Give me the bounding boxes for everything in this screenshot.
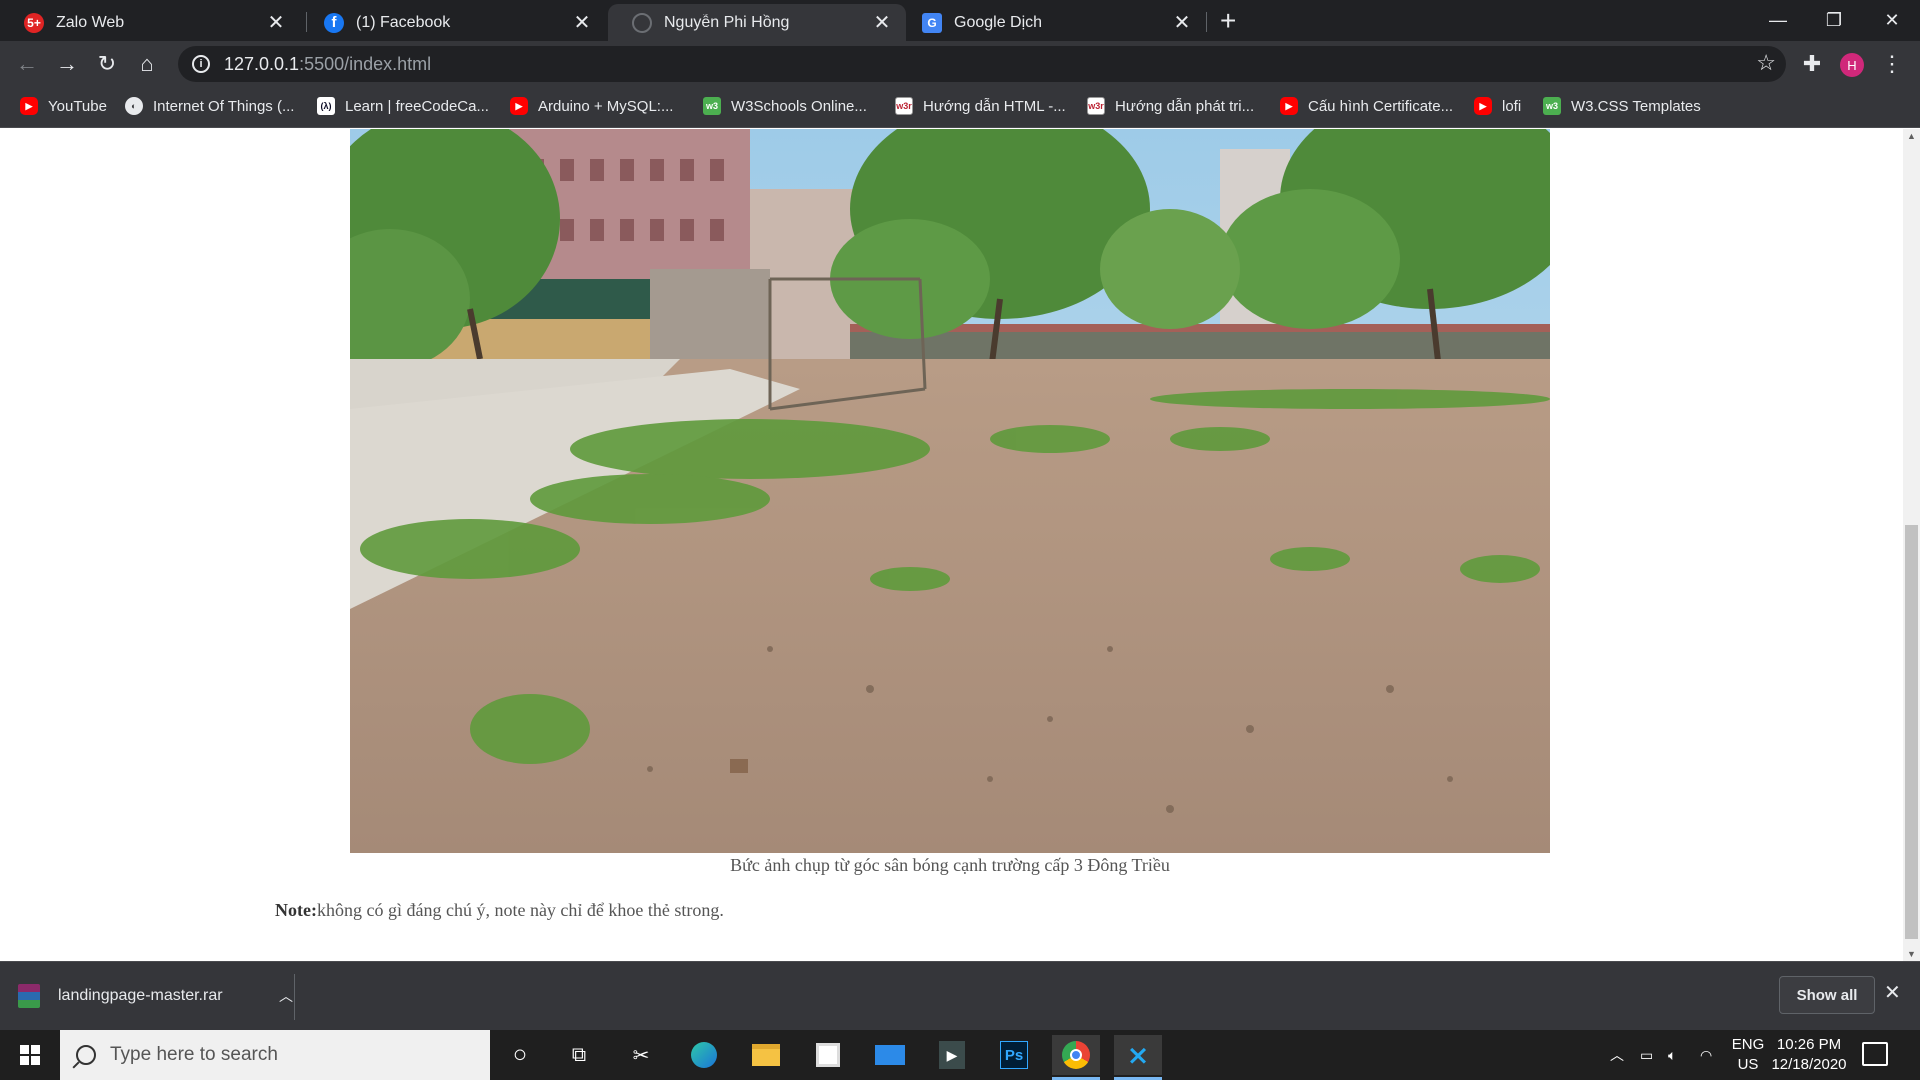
new-tab-button[interactable]: +: [1220, 6, 1236, 36]
download-item[interactable]: landingpage-master.rar ︿: [18, 976, 293, 1016]
w3schools-icon: w3: [703, 97, 721, 115]
reload-button[interactable]: ↻: [92, 49, 122, 79]
chrome-icon[interactable]: [1052, 1035, 1100, 1080]
clock-date: 12/18/2020: [1771, 1056, 1847, 1073]
sublime-icon[interactable]: ▶: [928, 1035, 976, 1075]
browser-toolbar: ← → ↻ ⌂ i 127.0.0.1:5500/index.html ☆ ✚ …: [0, 41, 1920, 87]
facebook-icon: f: [324, 12, 344, 33]
close-tab-icon[interactable]: ✕: [1168, 10, 1196, 35]
football-field-photo: [350, 129, 1550, 853]
scrollbar-thumb[interactable]: [1905, 525, 1918, 939]
tab-nguyen-phi-hong[interactable]: Nguyễn Phi Hồng ✕: [608, 4, 906, 41]
rar-file-icon: [18, 984, 40, 1008]
language-indicator[interactable]: ENG US: [1728, 1035, 1768, 1075]
tab-strip: 5+ Zalo Web ✕ f (1) Facebook ✕ Nguyễn Ph…: [0, 0, 1920, 41]
photoshop-icon[interactable]: Ps: [990, 1035, 1038, 1075]
taskbar-search-box[interactable]: Type here to search: [60, 1030, 490, 1080]
mail-icon[interactable]: [866, 1035, 914, 1075]
forward-button[interactable]: →: [52, 49, 82, 79]
minimize-button[interactable]: —: [1750, 0, 1806, 41]
profile-avatar[interactable]: H: [1840, 53, 1864, 77]
site-info-icon[interactable]: i: [192, 55, 210, 73]
store-icon[interactable]: [804, 1035, 852, 1075]
scroll-up-icon[interactable]: ▲: [1903, 131, 1920, 141]
snipping-tool-icon[interactable]: ✂: [617, 1035, 665, 1075]
bookmark-w3css[interactable]: w3 W3.CSS Templates: [1543, 97, 1701, 115]
page-viewport: Bức ảnh chụp từ góc sân bóng cạnh trường…: [0, 129, 1903, 961]
tab-title: (1) Facebook: [356, 13, 451, 31]
search-placeholder: Type here to search: [110, 1044, 278, 1065]
task-view-icon[interactable]: ⧉: [555, 1035, 603, 1075]
close-download-bar-icon[interactable]: ✕: [1884, 980, 1901, 1005]
youtube-icon: ▶: [1280, 97, 1298, 115]
download-filename: landingpage-master.rar: [58, 987, 223, 1004]
bookmark-certificate[interactable]: ▶ Cấu hình Certificate...: [1280, 97, 1453, 115]
file-explorer-icon[interactable]: [742, 1035, 790, 1075]
close-tab-icon[interactable]: ✕: [868, 10, 896, 35]
bookmark-arduino[interactable]: ▶ Arduino + MySQL:...: [510, 97, 673, 115]
vscode-icon[interactable]: ⨯: [1114, 1035, 1162, 1080]
cortana-icon[interactable]: ○: [496, 1035, 544, 1075]
tab-title: Google Dịch: [954, 13, 1043, 31]
edge-icon[interactable]: [680, 1035, 728, 1075]
close-tab-icon[interactable]: ✕: [262, 10, 290, 35]
battery-icon[interactable]: ▭: [1640, 1030, 1653, 1080]
show-all-button[interactable]: Show all: [1779, 976, 1875, 1014]
youtube-icon: ▶: [20, 97, 38, 115]
extensions-icon[interactable]: ✚: [1797, 49, 1827, 79]
globe-icon: [632, 12, 652, 33]
bookmark-youtube[interactable]: ▶ YouTube: [20, 97, 107, 115]
show-hidden-icons-icon[interactable]: ︿: [1610, 1030, 1624, 1080]
windows-logo-icon: [20, 1045, 40, 1065]
note-label: Note:: [275, 900, 317, 920]
tab-title: Nguyễn Phi Hồng: [664, 13, 790, 31]
note-paragraph: Note:không có gì đáng chú ý, note này ch…: [275, 900, 724, 921]
restore-button[interactable]: ❐: [1806, 0, 1862, 41]
volume-icon[interactable]: 🔈︎: [1668, 1030, 1676, 1080]
system-clock[interactable]: 10:26 PM 12/18/2020: [1768, 1035, 1850, 1075]
wifi-icon[interactable]: ◠: [1700, 1030, 1712, 1080]
chevron-up-icon[interactable]: ︿: [279, 986, 293, 1006]
clock-time: 10:26 PM: [1776, 1036, 1842, 1053]
search-icon: [76, 1045, 96, 1065]
menu-icon[interactable]: ⋮: [1877, 49, 1907, 79]
download-separator: [294, 974, 295, 1020]
bookmark-dev-guide[interactable]: w3r Hướng dẫn phát tri...: [1087, 97, 1254, 115]
url-text[interactable]: 127.0.0.1:5500/index.html: [224, 54, 431, 75]
bookmark-freecodecamp[interactable]: (λ) Learn | freeCodeCa...: [317, 97, 489, 115]
scroll-down-icon[interactable]: ▼: [1903, 949, 1920, 959]
globe-icon: ◐: [125, 97, 143, 115]
bookmark-star-icon[interactable]: ☆: [1756, 50, 1776, 76]
windows-taskbar: Type here to search ○ ⧉ ✂ ▶ Ps ⨯ ︿ ▭ 🔈︎ …: [0, 1030, 1920, 1080]
close-tab-icon[interactable]: ✕: [568, 10, 596, 35]
tab-separator: [1206, 12, 1207, 32]
back-button[interactable]: ←: [12, 49, 42, 79]
start-button[interactable]: [0, 1030, 60, 1080]
note-text: không có gì đáng chú ý, note này chỉ để …: [316, 900, 724, 920]
youtube-icon: ▶: [1474, 97, 1492, 115]
bookmark-iot[interactable]: ◐ Internet Of Things (...: [125, 97, 294, 115]
tab-zalo[interactable]: 5+ Zalo Web ✕: [0, 4, 300, 41]
youtube-icon: ▶: [510, 97, 528, 115]
freecodecamp-icon: (λ): [317, 97, 335, 115]
tab-facebook[interactable]: f (1) Facebook ✕: [300, 4, 606, 41]
tab-google-translate[interactable]: G Google Dịch ✕: [898, 4, 1206, 41]
bookmarks-bar: ▶ YouTube ◐ Internet Of Things (... (λ) Lea…: [0, 87, 1920, 128]
w3r-icon: w3r: [895, 97, 913, 115]
w3r-icon: w3r: [1087, 97, 1105, 115]
zalo-icon: 5+: [24, 12, 44, 33]
google-translate-icon: G: [922, 12, 942, 33]
photo-caption: Bức ảnh chụp từ góc sân bóng cạnh trường…: [730, 855, 1170, 875]
download-bar: landingpage-master.rar ︿ Show all ✕: [0, 961, 1920, 1030]
page-scrollbar[interactable]: ▲ ▼: [1903, 129, 1920, 961]
bookmark-w3schools[interactable]: w3 W3Schools Online...: [703, 97, 867, 115]
notification-center-icon[interactable]: [1862, 1042, 1888, 1066]
tab-title: Zalo Web: [56, 13, 125, 31]
address-bar[interactable]: i 127.0.0.1:5500/index.html ☆: [178, 46, 1786, 82]
close-window-button[interactable]: ✕: [1864, 0, 1920, 41]
home-button[interactable]: ⌂: [132, 49, 162, 79]
bookmark-html-guide[interactable]: w3r Hướng dẫn HTML -...: [895, 97, 1066, 115]
bookmark-lofi[interactable]: ▶ lofi: [1474, 97, 1521, 115]
w3schools-icon: w3: [1543, 97, 1561, 115]
